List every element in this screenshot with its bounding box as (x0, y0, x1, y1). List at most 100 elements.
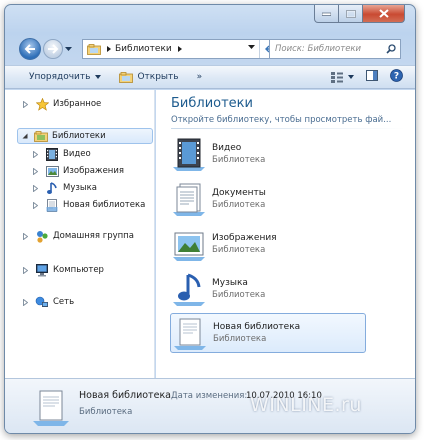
details-modified-label: Дата изменения: (171, 391, 248, 401)
video-library-icon (170, 135, 208, 173)
tree-label-computer: Компьютер (53, 265, 104, 275)
explorer-window: Библиотеки Поиск: Библиотеки Упорядочить… (4, 4, 416, 434)
change-view-button[interactable] (331, 71, 354, 83)
film-icon (45, 147, 59, 161)
close-icon (378, 9, 389, 18)
search-box[interactable]: Поиск: Библиотеки (269, 39, 401, 59)
document-library-icon (45, 198, 59, 212)
breadcrumb-separator-icon (107, 46, 111, 52)
search-icon[interactable] (382, 44, 400, 54)
library-name: Документы (212, 188, 266, 198)
caption-buttons (314, 5, 405, 23)
tree-label-new-library: Новая библиотека (63, 200, 146, 210)
address-dropdown-icon[interactable] (248, 45, 255, 49)
documents-library-icon (170, 180, 208, 218)
libraries-folder-icon (34, 129, 48, 143)
new-library-icon (171, 314, 209, 352)
maximize-button[interactable] (339, 5, 363, 23)
library-item-music[interactable]: Музыка Библиотека (170, 269, 366, 309)
minimize-icon (322, 12, 331, 16)
content-pane: Библиотеки Откройте библиотеку, чтобы пр… (156, 90, 415, 378)
tree-item-homegroup[interactable]: Домашняя группа (23, 228, 134, 244)
preview-pane-button[interactable] (366, 70, 378, 84)
library-item-documents[interactable]: Документы Библиотека (170, 179, 366, 219)
close-button[interactable] (363, 5, 405, 23)
help-icon: ? (390, 69, 403, 82)
address-bar[interactable]: Библиотеки (82, 39, 284, 59)
tree-label-favorites: Избранное (53, 99, 102, 109)
breadcrumb-separator-icon[interactable] (177, 46, 182, 52)
navigation-pane: Избранное Библиотеки Видео Изображения М… (5, 90, 155, 378)
tree-item-music[interactable]: Музыка (33, 180, 97, 196)
details-item-type: Библиотека (79, 407, 133, 417)
view-icon (331, 71, 343, 83)
library-name: Видео (212, 143, 242, 153)
tree-item-computer[interactable]: Компьютер (23, 262, 104, 278)
header-divider (171, 128, 405, 129)
collapse-arrow-icon[interactable] (22, 133, 30, 139)
tree-item-pictures[interactable]: Изображения (33, 163, 124, 179)
tree-label-network: Сеть (53, 297, 75, 307)
help-button[interactable]: ? (390, 69, 403, 85)
expand-arrow-icon[interactable] (23, 100, 31, 108)
navigation-row: Библиотеки Поиск: Библиотеки (19, 36, 401, 62)
recent-pages-dropdown[interactable] (65, 47, 74, 51)
library-name: Новая библиотека (213, 322, 301, 332)
tree-item-favorites[interactable]: Избранное (23, 96, 101, 112)
library-type: Библиотека (212, 290, 266, 300)
back-arrow-icon (24, 44, 35, 54)
svg-text:?: ? (394, 72, 399, 82)
minimize-button[interactable] (314, 5, 339, 23)
tree-item-libraries[interactable]: Библиотеки (17, 128, 153, 144)
search-input[interactable]: Поиск: Библиотеки (275, 44, 382, 54)
watermark: WINLINE.ru (250, 394, 362, 416)
library-name: Музыка (212, 278, 248, 288)
expand-arrow-icon[interactable] (23, 298, 31, 306)
open-folder-icon (119, 71, 134, 83)
organize-button[interactable]: Упорядочить (29, 72, 102, 82)
music-library-icon (170, 270, 208, 308)
organize-label: Упорядочить (29, 72, 91, 82)
tree-item-video[interactable]: Видео (33, 146, 91, 162)
back-button[interactable] (19, 38, 41, 60)
picture-icon (45, 164, 59, 178)
tree-label-video: Видео (63, 149, 91, 159)
chevron-down-icon (95, 75, 102, 79)
library-name: Изображения (212, 233, 277, 243)
library-item-video[interactable]: Видео Библиотека (170, 134, 366, 174)
open-label: Открыть (137, 72, 179, 82)
network-icon (35, 295, 49, 309)
expand-arrow-icon[interactable] (23, 232, 31, 240)
maximize-icon (345, 9, 356, 18)
pictures-library-icon (170, 225, 208, 263)
expand-arrow-icon[interactable] (23, 266, 31, 274)
chevron-down-icon (348, 75, 354, 79)
more-commands-button[interactable]: » (197, 72, 203, 82)
expand-arrow-icon[interactable] (33, 150, 41, 158)
music-note-icon (45, 181, 59, 195)
star-icon (35, 97, 49, 111)
libraries-folder-icon (87, 43, 101, 55)
forward-arrow-icon (48, 44, 59, 54)
chevron-down-icon (65, 47, 72, 51)
computer-icon (35, 263, 49, 277)
expand-arrow-icon[interactable] (33, 184, 41, 192)
view-controls: ? (331, 69, 403, 85)
preview-pane-icon (366, 70, 378, 81)
library-type: Библиотека (212, 200, 266, 210)
tree-label-homegroup: Домашняя группа (53, 231, 134, 241)
tree-item-new-library[interactable]: Новая библиотека (33, 197, 145, 213)
homegroup-icon (35, 229, 49, 243)
library-item-new-library[interactable]: Новая библиотека Библиотека (170, 313, 366, 353)
expand-arrow-icon[interactable] (33, 201, 41, 209)
forward-button[interactable] (43, 39, 63, 59)
new-library-icon (31, 387, 71, 427)
library-type: Библиотека (212, 155, 266, 165)
library-type: Библиотека (213, 334, 267, 344)
tree-item-network[interactable]: Сеть (23, 294, 74, 310)
page-subtitle: Откройте библиотеку, чтобы просмотреть ф… (171, 115, 392, 125)
breadcrumb-libraries[interactable]: Библиотеки (115, 44, 172, 54)
library-item-pictures[interactable]: Изображения Библиотека (170, 224, 366, 264)
open-button[interactable]: Открыть (119, 71, 179, 83)
expand-arrow-icon[interactable] (33, 167, 41, 175)
